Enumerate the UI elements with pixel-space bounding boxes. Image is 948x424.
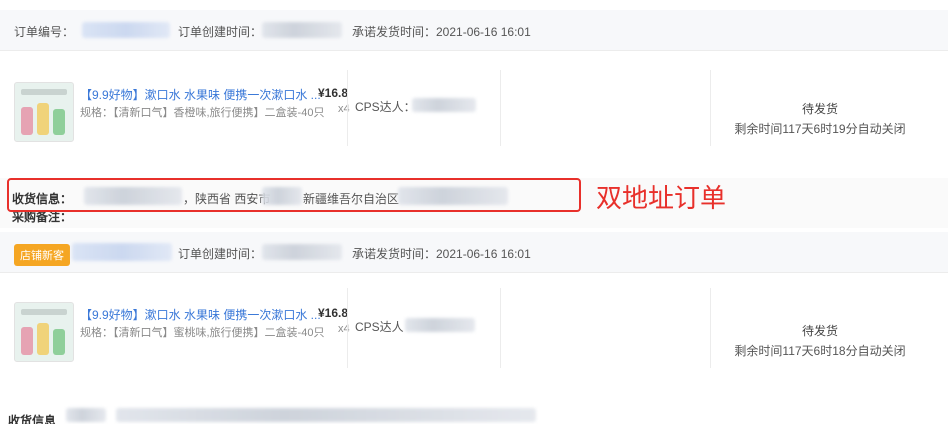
redacted-order-number [82,22,170,38]
shipping-section: 收货信息 [0,402,948,424]
redacted-created-time [262,22,342,38]
status-text: 待发货 [801,102,838,116]
created-time-label: 订单创建时间： [178,25,263,39]
shipping-label: 收货信息 [8,414,57,424]
divider [500,70,501,146]
product-spec: 规格：【清新口气】香橙味,旅行便携】二盒装-40只 [80,107,325,119]
product-spec: 规格：【清新口气】蜜桃味,旅行便携】二盒装-40只 [80,327,325,339]
order-number-label: 订单编号： [14,25,75,39]
divider [500,288,501,368]
remaining-time: 剩余时间117天6时18分自动关闭 [734,344,906,358]
remaining-time: 剩余时间117天6时19分自动关闭 [734,122,906,136]
cps-label: CPS达人 [355,320,404,334]
product-title-link[interactable]: 【9.9好物】漱口水 水果味 便携一次漱口水 ... [80,306,321,323]
promise-ship-time: 承诺发货时间：2021-06-16 16:01 [352,247,531,261]
new-customer-badge: 店铺新客 [14,244,70,266]
annotation-text: 双地址订单 [596,183,727,213]
order-header: 店铺新客 订单创建时间： 承诺发货时间：2021-06-16 16:01 [0,232,948,273]
promise-ship-time: 承诺发货时间：2021-06-16 16:01 [352,25,531,39]
redacted-order-number [72,243,172,261]
redacted-shipping-name [66,408,106,422]
product-image[interactable] [14,82,74,142]
redacted-cps-name [412,98,476,112]
order-status: 待发货 剩余时间117天6时19分自动关闭 [720,100,920,137]
redacted-created-time [262,244,342,260]
product-image[interactable] [14,302,74,362]
product-row: 【9.9好物】漱口水 水果味 便携一次漱口水 ... 规格：【清新口气】香橙味,… [0,60,948,156]
divider [347,288,348,368]
redacted-cps-name [405,318,475,332]
product-row: 【9.9好物】漱口水 水果味 便携一次漱口水 ... 规格：【清新口气】蜜桃味,… [0,278,948,378]
annotation-box [7,178,581,212]
divider [710,70,711,146]
order-header: 订单编号： 订单创建时间： 承诺发货时间：2021-06-16 16:01 [0,10,948,51]
order-status: 待发货 剩余时间117天6时18分自动关闭 [720,322,920,359]
created-time-label: 订单创建时间： [178,247,263,261]
redacted-shipping-address [116,408,536,422]
product-price: ¥16.8 [318,306,349,320]
status-text: 待发货 [801,324,838,338]
product-price: ¥16.8 [318,86,349,100]
divider [347,70,348,146]
cps-label: CPS达人： [355,100,416,114]
divider [710,288,711,368]
product-title-link[interactable]: 【9.9好物】漱口水 水果味 便携一次漱口水 ... [80,86,321,103]
